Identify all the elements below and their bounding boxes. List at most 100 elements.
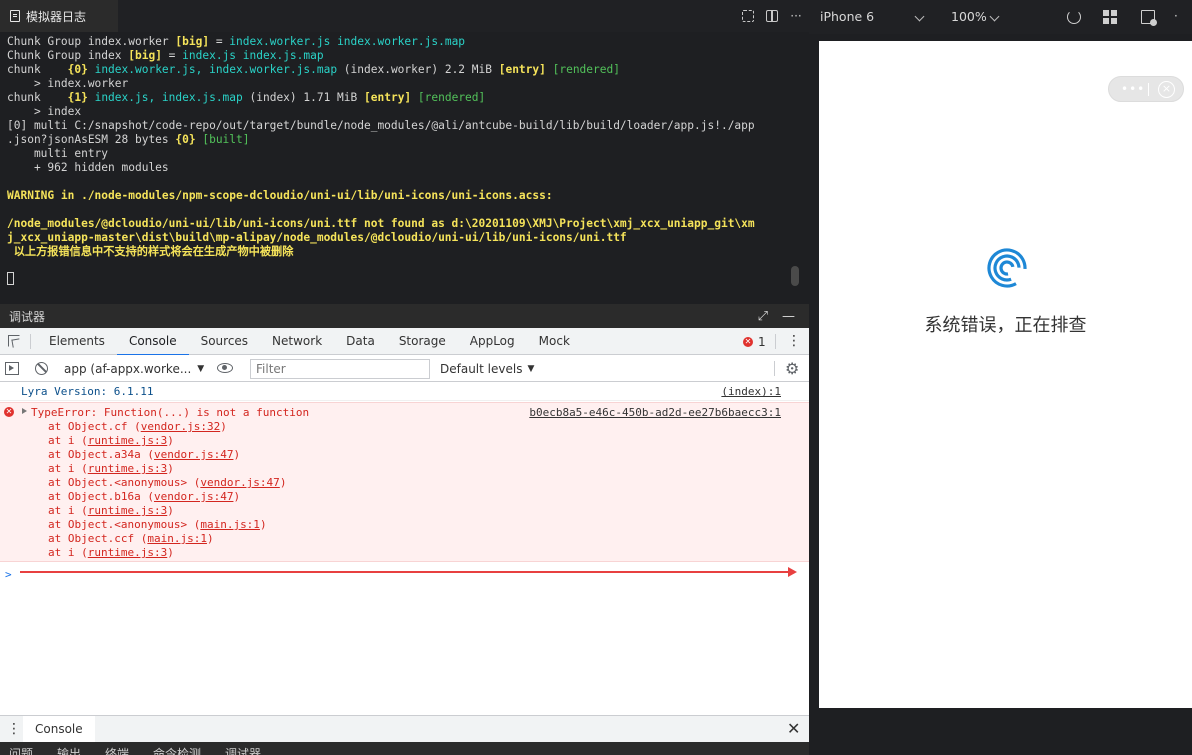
stack-frame-end: ) [233,448,241,461]
info-source-link[interactable]: (index):1 [721,385,781,398]
device-select[interactable]: iPhone 6 [820,0,874,34]
tab-console[interactable]: Console [116,328,189,356]
log-line: Chunk Group index.worker [big] = index.w… [7,35,802,49]
annotation-arrow [20,571,790,573]
stack-frame-link[interactable]: vendor.js:32 [141,420,220,433]
zoom-select[interactable]: 100% [951,0,987,34]
log-segment: [rendered] [545,63,620,76]
log-line: .json?jsonAsESM 28 bytes {0} [built] [7,133,802,147]
log-segment: .json?jsonAsESM 28 bytes [7,133,176,146]
stack-frame-link[interactable]: main.js:1 [200,518,260,531]
log-scrollbar[interactable] [791,266,799,286]
log-segment: {0} [67,63,88,76]
run-frame-icon[interactable] [741,9,755,23]
error-source-link[interactable]: b0ecb8a5-e46c-450b-ad2d-ee27b6baecc3:1 [529,406,781,419]
split-view-icon[interactable] [765,9,779,23]
tab-applog[interactable]: AppLog [458,328,527,355]
drawer-tab-console[interactable]: Console [23,716,95,743]
error-counter[interactable]: ✕ 1 [743,328,766,355]
capsule-close-icon[interactable]: × [1158,81,1175,98]
stack-frame-fn: at Object.<anonymous> ( [48,518,201,531]
debugger-title: 调试器 [9,309,46,324]
log-line: Chunk Group index [big] = index.js index… [7,49,802,63]
log-segment: j_xcx_uniapp-master\dist\build\mp-alipay… [7,231,627,244]
stack-frame-fn: at i ( [48,462,88,475]
kebab-menu-icon[interactable]: ⋮ [787,331,801,351]
log-segment: chunk [7,91,68,104]
stack-frame-link[interactable]: vendor.js:47 [200,476,279,489]
log-segment: [0] multi C:/snapshot/code-repo/out/targ… [7,119,755,132]
close-drawer-icon[interactable]: ✕ [787,718,800,740]
tab-storage[interactable]: Storage [387,328,458,355]
log-segment: /node_modules/@dcloudio/uni-ui/lib/uni-i… [7,217,755,230]
log-segment: index.js index.js.map [182,49,324,62]
chevron-down-icon[interactable] [914,11,925,22]
divider [775,334,776,349]
capsule-more-icon[interactable]: ••• [1121,82,1145,96]
devtools-tabbar: Elements Console Sources Network Data Storage… [0,328,809,356]
simulator-log-tab-label: 模拟器日志 [26,9,87,24]
stack-frame: at Object.ccf (main.js:1) [48,532,286,546]
console-toolbar: app (af-appx.worke... ▼ Default levels ▼… [0,355,809,382]
console-prompt-icon[interactable]: > [5,568,12,581]
bottom-tab-command-check[interactable]: 命令检测 [153,747,201,755]
stack-frame-link[interactable]: vendor.js:47 [154,448,233,461]
divider [774,361,775,376]
console-message-info: Lyra Version: 6.1.11 (index):1 [0,382,809,401]
filter-input[interactable] [250,359,430,379]
grid-icon[interactable] [1103,10,1117,24]
divider [30,334,31,349]
tab-elements[interactable]: Elements [37,328,117,355]
tab-network[interactable]: Network [260,328,334,355]
tab-sources[interactable]: Sources [189,328,260,355]
stack-frame-link[interactable]: runtime.js:3 [88,546,167,559]
more-icon[interactable]: · [1174,9,1188,23]
tab-data[interactable]: Data [334,328,387,355]
log-segment: [built] [195,133,250,146]
stack-frame-end: ) [167,462,174,475]
simulator-log-tab[interactable]: 模拟器日志 [0,0,118,32]
gear-icon[interactable]: ⚙ [785,359,799,378]
stack-frame-link[interactable]: runtime.js:3 [88,434,167,447]
stack-frame: at Object.cf (vendor.js:32) [48,420,286,434]
log-levels-select[interactable]: Default levels ▼ [440,355,534,382]
error-status-text: 系统错误，正在排查 [924,315,1087,336]
log-line: j_xcx_uniapp-master\dist\build\mp-alipay… [7,231,802,245]
show-sidebar-icon[interactable] [5,362,19,375]
log-line: [0] multi C:/snapshot/code-repo/out/targ… [7,119,802,133]
stack-frame-link[interactable]: runtime.js:3 [88,504,167,517]
stack-frame-link[interactable]: runtime.js:3 [88,462,167,475]
bottom-tab-problems[interactable]: 问题 [9,747,33,755]
page-settings-icon[interactable] [1141,10,1157,26]
expand-triangle-icon[interactable] [22,408,27,414]
more-icon[interactable]: ··· [789,9,803,23]
stack-frame-end: ) [220,420,227,433]
minimize-icon[interactable]: — [782,309,795,324]
log-segment: index.worker.js, index.worker.js.map [87,63,338,76]
bottom-tab-output[interactable]: 输出 [57,747,81,755]
log-segment: [entry] [498,63,546,76]
log-segment: {1} [67,91,88,104]
log-segment: > index [7,105,82,118]
stack-frame-fn: at i ( [48,546,88,559]
log-segment: + 962 hidden modules [7,161,169,174]
log-line: WARNING in ./node-modules/npm-scope-dclo… [7,189,802,203]
bottom-tab-debugger[interactable]: 调试器 [225,747,261,755]
simulator-log-output: Chunk Group index.worker [big] = index.w… [0,32,809,304]
log-segment: [entry] [364,91,412,104]
stack-frame-link[interactable]: main.js:1 [147,532,207,545]
maximize-icon[interactable]: ⤢ [758,309,768,324]
tab-mock[interactable]: Mock [527,328,582,355]
refresh-icon[interactable] [1067,10,1081,24]
bottom-tab-terminal[interactable]: 终端 [105,747,129,755]
stack-frame-link[interactable]: vendor.js:47 [154,490,233,503]
devtools-panel: Elements Console Sources Network Data Storage… [0,328,809,742]
drawer-menu-icon[interactable]: ⋮ [7,719,21,739]
inspect-element-icon[interactable] [8,335,20,347]
clear-console-icon[interactable] [35,362,48,375]
chevron-down-icon[interactable] [989,11,1000,22]
log-segment: Chunk Group index.worker [7,35,176,48]
context-select[interactable]: app (af-appx.worke... ▼ [64,355,204,382]
live-expression-eye-icon[interactable] [217,363,233,373]
